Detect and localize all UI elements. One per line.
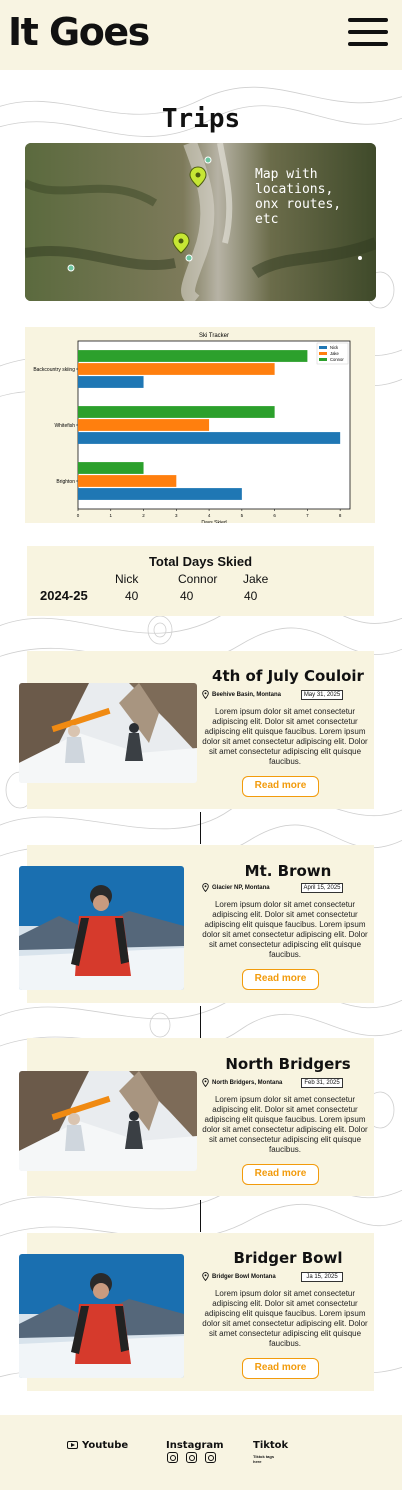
- trip-date: April 15, 2025: [301, 883, 343, 893]
- read-more-button[interactable]: Read more: [242, 1358, 319, 1379]
- chart-x-tick-label: 1: [110, 513, 113, 518]
- trip-location-text: Bridger Bowl Montana: [212, 1273, 276, 1280]
- stats-column-nick: Nick: [115, 572, 139, 586]
- trip-date: Feb 31, 2025: [301, 1078, 343, 1088]
- trip-location: North Bridgers, Montana: [202, 1078, 282, 1087]
- trip-location: Bridger Bowl Montana: [202, 1272, 276, 1281]
- youtube-link[interactable]: Youtube: [82, 1440, 128, 1451]
- tiktok-tags: Tiktok tags here: [253, 1454, 275, 1464]
- chart-y-tick-label: Backcountry skiing: [33, 367, 75, 373]
- chart-bar-connor: [78, 462, 144, 474]
- timeline-connector: [200, 1006, 201, 1038]
- chart-bar-jake: [78, 419, 210, 431]
- trip-title: Bridger Bowl: [233, 1249, 343, 1267]
- trip-photo-image: [19, 866, 184, 990]
- trip-location-text: Glacier NP, Montana: [212, 884, 270, 891]
- chart-x-tick-label: 4: [208, 513, 211, 518]
- total-days-card: Total Days Skied Nick Connor Jake 2024-2…: [27, 546, 374, 616]
- chart-y-tick-label: Whitefish: [54, 423, 75, 429]
- instagram-icon[interactable]: [186, 1452, 197, 1463]
- chart-bar-nick: [78, 488, 242, 500]
- youtube-icon[interactable]: [67, 1441, 78, 1449]
- chart-bar-connor: [78, 406, 275, 418]
- trip-photo-image: [19, 683, 197, 783]
- trip-photo[interactable]: [19, 1071, 197, 1171]
- site-header: It Goes: [0, 0, 402, 70]
- chart-x-tick-label: 7: [306, 513, 309, 518]
- ski-tracker-chart-svg: Ski Tracker Days Skied 0 1 2 3 4 5 6 7 8 Brighton Wh…: [33, 333, 351, 523]
- stats-value-connor: 40: [180, 589, 194, 603]
- chart-bar-connor: [78, 350, 308, 362]
- trip-date: Ja 15, 2025: [301, 1272, 343, 1282]
- instagram-icon[interactable]: [167, 1452, 178, 1463]
- stats-row-label: 2024-25: [40, 588, 88, 603]
- page-title: Trips: [161, 104, 241, 134]
- map-caption: Map with locations, onx routes, etc: [255, 167, 342, 227]
- trip-photo-image: [19, 1071, 197, 1171]
- instagram-link[interactable]: Instagram: [166, 1440, 224, 1451]
- read-more-button[interactable]: Read more: [242, 969, 319, 990]
- chart-legend-label-connor: Connor: [330, 357, 344, 362]
- chart-bar-nick: [78, 432, 341, 444]
- chart-bar-jake: [78, 475, 177, 487]
- read-more-button[interactable]: Read more: [242, 1164, 319, 1185]
- chart-legend-label-nick: Nick: [330, 345, 339, 350]
- location-pin-icon: [202, 1272, 209, 1281]
- instagram-icon[interactable]: [205, 1452, 216, 1463]
- chart-x-tick-label: 2: [142, 513, 145, 518]
- chart-legend-swatch-nick: [319, 346, 327, 349]
- trip-photo[interactable]: [19, 866, 184, 990]
- trip-location: Glacier NP, Montana: [202, 883, 270, 892]
- chart-legend-swatch-connor: [319, 358, 327, 361]
- chart-x-tick-label: 6: [273, 513, 276, 518]
- trip-description: Lorem ipsum dolor sit amet consectetur a…: [202, 707, 368, 766]
- chart-x-tick-label: 5: [241, 513, 244, 518]
- stats-column-jake: Jake: [243, 572, 269, 586]
- site-logo[interactable]: It Goes: [8, 10, 150, 54]
- trip-date: May 31, 2025: [301, 690, 343, 700]
- stats-title: Total Days Skied: [148, 554, 253, 569]
- location-pin-icon: [202, 1078, 209, 1087]
- trip-title: Mt. Brown: [244, 862, 332, 880]
- stats-value-nick: 40: [125, 589, 139, 603]
- trip-title: 4th of July Couloir: [212, 667, 364, 685]
- chart-x-tick-label: 8: [339, 513, 342, 518]
- trip-description: Lorem ipsum dolor sit amet consectetur a…: [202, 1289, 368, 1348]
- chart-title: Ski Tracker: [199, 333, 229, 339]
- trip-location: Beehive Basin, Montana: [202, 690, 281, 699]
- site-footer: [0, 1415, 402, 1490]
- read-more-button[interactable]: Read more: [242, 776, 319, 797]
- stats-column-connor: Connor: [178, 572, 218, 586]
- trip-photo[interactable]: [19, 683, 197, 783]
- tiktok-link[interactable]: Tiktok: [253, 1440, 288, 1451]
- trip-photo[interactable]: [19, 1254, 184, 1378]
- hamburger-menu-icon[interactable]: [348, 18, 388, 48]
- location-pin-icon: [202, 690, 209, 699]
- chart-y-tick-label: Brighton: [56, 479, 75, 485]
- trip-location-text: North Bridgers, Montana: [212, 1079, 283, 1086]
- chart-legend-label-jake: Jake: [330, 351, 340, 356]
- trip-description: Lorem ipsum dolor sit amet consectetur a…: [202, 1095, 368, 1154]
- trip-title: North Bridgers: [225, 1055, 351, 1073]
- chart-bar-jake: [78, 363, 275, 375]
- chart-bar-nick: [78, 376, 144, 388]
- chart-x-axis-label: Days Skied: [201, 520, 227, 523]
- ski-tracker-chart: Ski Tracker Days Skied 0 1 2 3 4 5 6 7 8 Brighton Wh…: [25, 327, 375, 523]
- timeline-connector: [200, 812, 201, 844]
- chart-legend-swatch-jake: [319, 352, 327, 355]
- chart-x-tick-label: 0: [77, 513, 80, 518]
- stats-value-jake: 40: [244, 589, 258, 603]
- trip-location-text: Beehive Basin, Montana: [212, 691, 282, 698]
- chart-x-tick-label: 3: [175, 513, 178, 518]
- timeline-connector: [200, 1200, 201, 1232]
- location-pin-icon: [202, 883, 209, 892]
- trip-description: Lorem ipsum dolor sit amet consectetur a…: [202, 900, 368, 959]
- trip-map[interactable]: Map with locations, onx routes, etc: [25, 143, 376, 301]
- trip-photo-image: [19, 1254, 184, 1378]
